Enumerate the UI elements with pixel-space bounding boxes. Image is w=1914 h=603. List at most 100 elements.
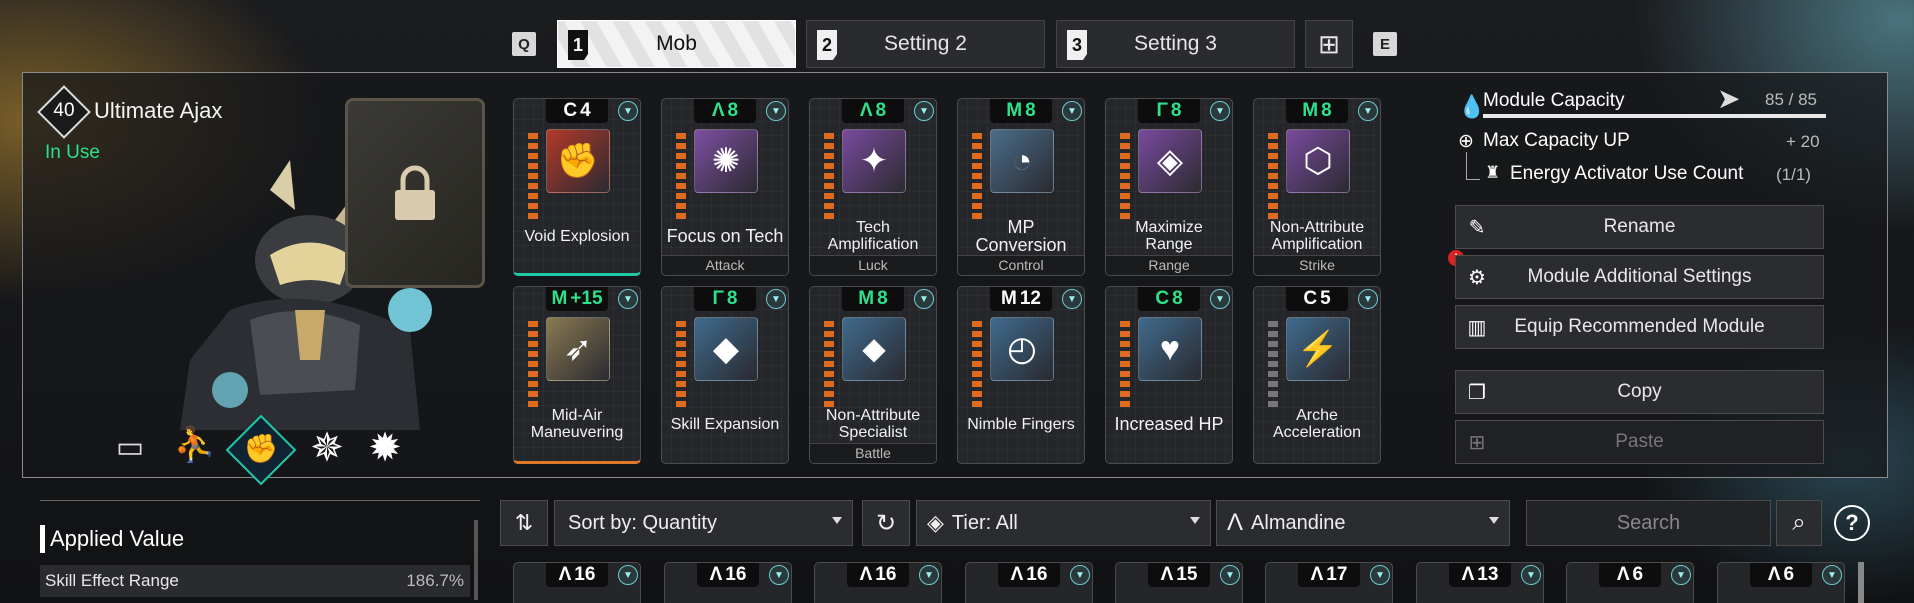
search-button[interactable]: ⌕ [1776, 500, 1822, 546]
reset-filter-button[interactable]: ↻ [862, 500, 910, 546]
module-card[interactable]: C 5 ▼ ⚡ Arche Acceleration [1253, 286, 1381, 464]
tab-preset-3[interactable]: 3 Setting 3 [1056, 20, 1295, 68]
refresh-icon: ↻ [875, 509, 897, 537]
rename-button[interactable]: ✎ Rename [1455, 205, 1824, 249]
search-icon: ⌕ [1792, 509, 1806, 536]
socket-type-icon: M [858, 288, 875, 309]
tab-label: Setting 3 [1134, 32, 1217, 55]
energy-activator-label: Energy Activator Use Count [1510, 163, 1744, 184]
fist-icon[interactable]: ✊ [236, 432, 286, 465]
module-cost-value: 8 [1170, 100, 1182, 121]
almandine-socket-icon: Λ [1461, 564, 1475, 585]
search-input[interactable]: Search [1526, 500, 1771, 546]
inventory-module-card[interactable]: Λ 6 ▼ [1566, 562, 1694, 603]
module-cost: Λ 16 [697, 563, 759, 587]
module-name: Non-Attribute Amplification [1269, 219, 1365, 253]
module-cost-value: 6 [1783, 564, 1795, 585]
tree-connector [1466, 152, 1480, 180]
tab-preset-2[interactable]: 2 Setting 2 [806, 20, 1045, 68]
module-card[interactable]: Λ 8 ▼ ✺ Focus on Tech Attack [661, 98, 789, 276]
module-card[interactable]: Λ 8 ▼ ✦ Tech Amplification Luck [809, 98, 937, 276]
module-cost-value: 16 [574, 564, 596, 585]
module-cost: Λ 15 [1148, 563, 1210, 587]
module-additional-settings-button[interactable]: ⚙ Module Additional Settings [1455, 255, 1824, 299]
module-card[interactable]: Γ 8 ▼ ◆ Skill Expansion [661, 286, 789, 464]
enhancement-level-bars [972, 133, 982, 219]
cube-icon: ⬡ [1286, 129, 1350, 193]
copy-button[interactable]: ❐ Copy [1455, 370, 1824, 414]
module-name: Nimble Fingers [967, 415, 1075, 433]
module-card[interactable]: M 8 ▼ ⬥ Non-Attribute Specialist Battle [809, 286, 937, 464]
almandine-socket-icon: Λ [1310, 564, 1324, 585]
module-name: MP Conversion [975, 217, 1067, 255]
module-cost-value: 8 [875, 100, 887, 121]
module-cost: Λ8 [842, 99, 904, 123]
module-cost: M 12 [990, 287, 1052, 311]
inventory-module-card[interactable]: Λ 17 ▼ [1265, 562, 1393, 603]
module-type: Range [1106, 255, 1232, 275]
tab-preset-1[interactable]: 1 Mob [557, 20, 796, 68]
paste-button[interactable]: ⊞ Paste [1455, 420, 1824, 464]
module-card[interactable]: M 8 ▼ ⬡ Non-Attribute Amplification Strike [1253, 98, 1381, 276]
applied-scrollbar[interactable] [474, 520, 478, 600]
enhancement-level-bars [824, 321, 834, 407]
socket-dropdown[interactable]: Λ Almandine [1216, 500, 1510, 546]
module-grade-icon: ▼ [1358, 289, 1378, 309]
tier-dropdown[interactable]: ◈ Tier: All [916, 500, 1211, 546]
inventory-module-card[interactable]: Λ 16 ▼ [664, 562, 792, 603]
inventory-module-card[interactable]: Λ 16 ▼ [965, 562, 1093, 603]
capacity-label: Module Capacity [1483, 90, 1625, 111]
module-cost-value: 8 [1172, 288, 1183, 309]
capacity-bar [1483, 114, 1826, 118]
locked-module-slot[interactable] [345, 98, 485, 288]
sort-dropdown-label: Sort by: Quantity [568, 511, 717, 534]
equip-recommended-button[interactable]: ▥ Equip Recommended Module [1455, 305, 1824, 349]
rename-label: Rename [1603, 216, 1676, 237]
prev-tab-key[interactable]: Q [512, 32, 536, 56]
module-cost-value: 6 [1632, 564, 1644, 585]
gauge-icon: ◔ [990, 129, 1054, 193]
inventory-module-card[interactable]: Λ 15 ▼ [1115, 562, 1243, 603]
character-name: Ultimate Ajax [94, 98, 223, 123]
module-cost: Λ 16 [998, 563, 1060, 587]
module-grade-icon: ▼ [914, 289, 934, 309]
module-card[interactable]: M 8 ▼ ◔ MP Conversion Control [957, 98, 1085, 276]
enhancement-level-bars [676, 133, 686, 219]
settings-gear-icon: ⚙ [1468, 266, 1486, 289]
burst-icon[interactable]: ✹ [358, 425, 412, 475]
mouse-cursor-icon: ➤ [1717, 83, 1741, 114]
pattern-icon[interactable]: ✵ [300, 425, 354, 475]
inventory-module-card[interactable]: Λ 16 ▼ [814, 562, 942, 603]
module-card[interactable]: M 12 ▼ ◴ Nimble Fingers [957, 286, 1085, 464]
pencil-icon: ✎ [1468, 216, 1486, 239]
module-card[interactable]: C 4 ▼ ✊ Void Explosion [513, 98, 641, 276]
inventory-scrollbar[interactable] [1858, 562, 1864, 603]
module-name: Arche Acceleration [1272, 407, 1362, 441]
module-card[interactable]: C 8 ▼ ♥ Increased HP [1105, 286, 1233, 464]
module-grade-icon: ▼ [1062, 289, 1082, 309]
next-tab-key[interactable]: E [1373, 32, 1397, 56]
paste-icon: ⊞ [1468, 431, 1486, 454]
enhancement-level-bars [1268, 321, 1278, 407]
module-cost-value: 15 [1176, 564, 1198, 585]
module-type: Control [958, 255, 1084, 275]
add-preset-button[interactable]: ⊞ [1305, 20, 1353, 68]
inventory-module-card[interactable]: Λ 13 ▼ [1416, 562, 1544, 603]
inventory-module-card[interactable]: Λ 16 ▼ [513, 562, 641, 603]
fist-icon: ✊ [546, 129, 610, 193]
sort-order-button[interactable]: ⇅ [500, 500, 548, 546]
inventory-module-card[interactable]: Λ 6 ▼ [1717, 562, 1845, 603]
jump-icon[interactable]: ⛹ [168, 425, 222, 475]
tab-number: 1 [568, 30, 588, 60]
help-button[interactable]: ? [1834, 505, 1870, 541]
module-card[interactable]: Γ 8 ▼ ◈ Maximize Range Range [1105, 98, 1233, 276]
module-cost-value: 8 [1025, 100, 1036, 121]
tank-icon[interactable]: ▭ [103, 430, 157, 470]
module-cost-value: 12 [1019, 288, 1041, 309]
module-cost: Λ6 [1599, 563, 1661, 587]
module-grade-icon: ▼ [919, 565, 939, 585]
sort-dropdown[interactable]: Sort by: Quantity [554, 500, 853, 546]
module-name: Non-Attribute Specialist [825, 407, 921, 441]
module-card[interactable]: M +15 ▼ ➶ Mid-Air Maneuvering [513, 286, 641, 464]
enhancement-level-bars [1268, 133, 1278, 219]
